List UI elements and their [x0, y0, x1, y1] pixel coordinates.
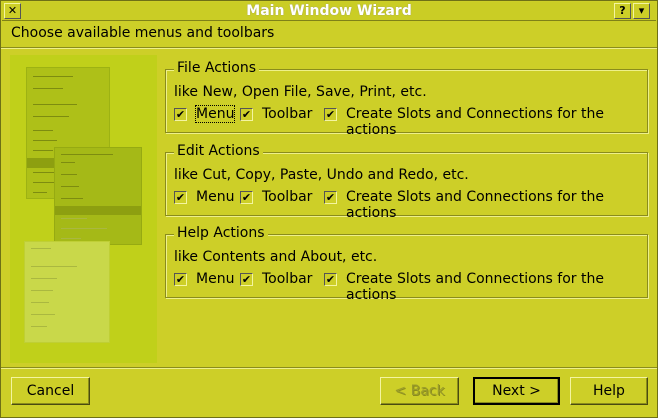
edit-actions-description: like Cut, Copy, Paste, Undo and Redo, et… — [174, 167, 469, 183]
illustration-help-menu — [24, 241, 110, 343]
edit-slots-label[interactable]: Create Slots and Connections for the act… — [346, 189, 644, 221]
file-menu-checkbox[interactable]: ✔ — [174, 108, 187, 121]
window-title: Main Window Wizard — [246, 3, 412, 19]
illustration-edit-menu — [54, 147, 142, 245]
help-actions-group: Help Actions like Contents and About, et… — [165, 225, 648, 303]
page-subtitle: Choose available menus and toolbars — [11, 25, 275, 41]
wizard-illustration — [10, 55, 157, 363]
file-menu-label[interactable]: Menu — [194, 105, 236, 123]
file-actions-group: File Actions like New, Open File, Save, … — [165, 60, 648, 138]
close-icon[interactable]: ✕ — [4, 3, 21, 19]
back-button[interactable]: < Back — [380, 377, 459, 405]
help-toolbar-label[interactable]: Toolbar — [262, 271, 312, 287]
footer-divider — [1, 367, 657, 369]
help-slots-checkbox[interactable]: ✔ — [324, 273, 337, 286]
help-menu-checkbox[interactable]: ✔ — [174, 273, 187, 286]
file-slots-label[interactable]: Create Slots and Connections for the act… — [346, 106, 644, 138]
edit-actions-title: Edit Actions — [174, 143, 263, 159]
file-actions-description: like New, Open File, Save, Print, etc. — [174, 84, 427, 100]
chevron-down-icon[interactable]: ▾ — [633, 3, 650, 19]
help-button[interactable]: Help — [570, 377, 648, 405]
cancel-button[interactable]: Cancel — [11, 377, 90, 405]
help-actions-title: Help Actions — [174, 225, 268, 241]
edit-toolbar-label[interactable]: Toolbar — [262, 189, 312, 205]
help-menu-label[interactable]: Menu — [196, 271, 234, 287]
help-slots-label[interactable]: Create Slots and Connections for the act… — [346, 271, 644, 303]
help-toolbar-checkbox[interactable]: ✔ — [240, 273, 253, 286]
edit-toolbar-checkbox[interactable]: ✔ — [240, 191, 253, 204]
file-slots-checkbox[interactable]: ✔ — [324, 108, 337, 121]
main-window-wizard-dialog: ✕ Main Window Wizard ? ▾ Choose availabl… — [0, 0, 658, 418]
help-actions-description: like Contents and About, etc. — [174, 249, 378, 265]
file-toolbar-checkbox[interactable]: ✔ — [240, 108, 253, 121]
edit-actions-group: Edit Actions like Cut, Copy, Paste, Undo… — [165, 143, 648, 221]
file-toolbar-label[interactable]: Toolbar — [262, 106, 312, 122]
edit-slots-checkbox[interactable]: ✔ — [324, 191, 337, 204]
edit-menu-label[interactable]: Menu — [196, 189, 234, 205]
file-actions-title: File Actions — [174, 60, 260, 76]
next-button[interactable]: Next > — [473, 377, 560, 405]
help-icon[interactable]: ? — [614, 3, 631, 19]
title-bar[interactable]: ✕ Main Window Wizard ? ▾ — [2, 2, 656, 21]
header-divider — [1, 47, 657, 49]
edit-menu-checkbox[interactable]: ✔ — [174, 191, 187, 204]
